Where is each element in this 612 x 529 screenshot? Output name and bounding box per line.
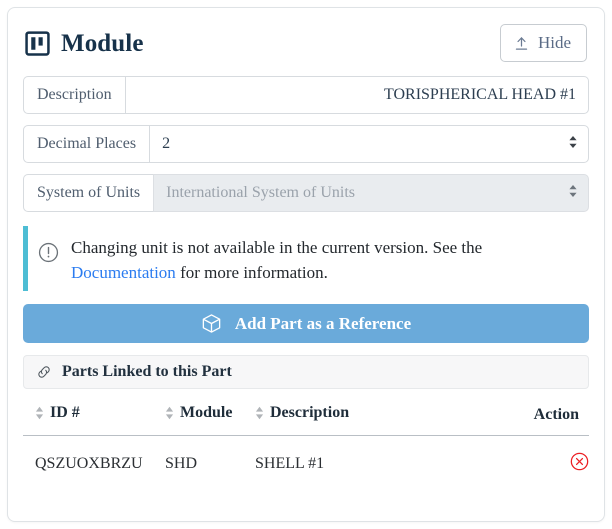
card-header-left: Module — [25, 31, 144, 56]
description-input[interactable]: TORISPHERICAL HEAD #1 — [124, 76, 589, 114]
description-label: Description — [23, 76, 125, 114]
module-card: Module Hide Description TORISPHERICAL HE… — [7, 7, 605, 522]
hide-button-label: Hide — [537, 33, 571, 52]
linked-parts-table: ID # Module Description Action QSZUOXBRZ… — [23, 395, 589, 482]
column-header-id-label: ID # — [50, 404, 80, 422]
cube-icon — [201, 313, 222, 334]
description-field-group: Description TORISPHERICAL HEAD #1 — [23, 76, 589, 114]
column-header-description[interactable]: Description — [255, 395, 499, 437]
documentation-link[interactable]: Documentation — [71, 263, 176, 282]
column-header-description-label: Description — [270, 404, 350, 422]
system-of-units-field-group: System of Units International System of … — [23, 174, 589, 212]
upload-arrow-icon — [514, 36, 529, 51]
system-of-units-value: International System of Units — [166, 184, 355, 201]
linked-parts-panel-header: Parts Linked to this Part — [23, 355, 589, 390]
system-of-units-label: System of Units — [23, 174, 154, 212]
chevron-updown-icon — [560, 183, 578, 204]
add-part-as-reference-button[interactable]: Add Part as a Reference — [23, 304, 589, 344]
chevron-updown-icon — [560, 134, 578, 155]
decimal-places-value: 2 — [162, 135, 171, 152]
decimal-places-field-group: Decimal Places 2 — [23, 125, 589, 163]
hide-button[interactable]: Hide — [499, 24, 587, 62]
alert-text-before: Changing unit is not available in the cu… — [71, 238, 483, 257]
system-of-units-select: International System of Units — [153, 174, 589, 212]
exclamation-circle-icon — [38, 232, 59, 268]
sort-icon — [35, 406, 44, 420]
link-icon — [36, 364, 52, 380]
card-header: Module Hide — [23, 22, 589, 62]
add-part-as-reference-label: Add Part as a Reference — [234, 313, 412, 333]
column-header-module[interactable]: Module — [165, 395, 255, 437]
column-header-action: Action — [499, 395, 589, 437]
sort-icon — [255, 406, 264, 420]
linked-parts-table-head: ID # Module Description Action — [23, 395, 589, 437]
table-row: QSZUOXBRZU SHD SHELL #1 — [23, 436, 589, 483]
cell-id: QSZUOXBRZU — [35, 455, 143, 473]
unit-change-alert: Changing unit is not available in the cu… — [23, 226, 589, 292]
delete-circle-icon[interactable] — [570, 452, 589, 475]
cell-description: SHELL #1 — [255, 455, 325, 473]
column-header-module-label: Module — [180, 404, 233, 422]
cell-module: SHD — [165, 455, 198, 473]
column-header-id[interactable]: ID # — [23, 395, 165, 437]
module-card-body: Module Hide Description TORISPHERICAL HE… — [8, 8, 604, 492]
alert-text-after: for more information. — [175, 262, 328, 282]
alert-message: Changing unit is not available in the cu… — [71, 232, 583, 285]
decimal-places-select[interactable]: 2 — [149, 125, 589, 163]
table-header-row: ID # Module Description Action — [23, 395, 589, 437]
module-icon — [25, 30, 50, 56]
linked-parts-title: Parts Linked to this Part — [62, 363, 232, 381]
sort-icon — [165, 406, 174, 420]
page-title: Module — [61, 29, 144, 57]
cell-action — [499, 436, 589, 483]
linked-parts-table-body: QSZUOXBRZU SHD SHELL #1 — [23, 436, 589, 483]
decimal-places-label: Decimal Places — [23, 125, 150, 163]
